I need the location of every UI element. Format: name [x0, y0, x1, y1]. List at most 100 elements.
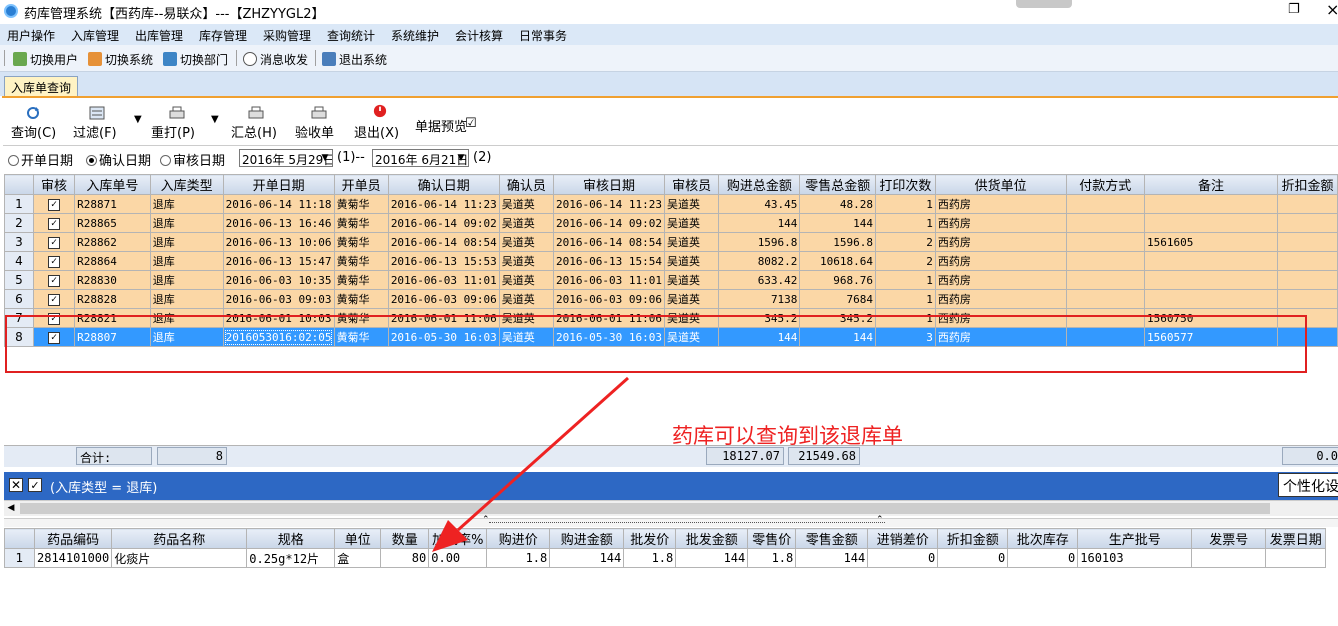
column-header[interactable]: 开单日期 — [222, 174, 335, 195]
receipt-button[interactable]: 验收单 — [295, 122, 334, 141]
summary-button[interactable]: 汇总(H) — [231, 122, 277, 141]
note-cell — [1143, 270, 1279, 290]
switch-dept-button[interactable]: 切换部门 — [163, 51, 228, 68]
filter-dropdown-icon[interactable]: ▼ — [134, 114, 142, 125]
collapse-up-icon[interactable]: ⌃ — [482, 515, 490, 525]
minimize-button[interactable] — [1016, 0, 1072, 8]
table-row[interactable]: 6 ✓ R28828 退库 2016-06-03 09:03 黄菊华 2016-06-03 … — [4, 289, 1338, 309]
audit-checkbox[interactable]: ✓ — [47, 294, 60, 306]
menu-inbound[interactable]: 入库管理 — [71, 27, 119, 44]
filter-button[interactable]: 过滤(F) — [73, 122, 117, 141]
close-button[interactable]: × — [1326, 0, 1338, 19]
column-header[interactable]: 折扣金额 — [1277, 174, 1338, 195]
collapse-up-icon[interactable]: ⌃ — [876, 515, 884, 525]
column-header[interactable]: 购进价 — [486, 528, 551, 549]
column-header[interactable]: 供货单位 — [934, 174, 1067, 195]
exit-system-button[interactable]: 退出系统 — [322, 51, 387, 68]
column-header[interactable]: 确认日期 — [387, 174, 500, 195]
chevron-down-icon[interactable]: ▼ — [455, 151, 467, 165]
radio-audit-date[interactable]: 审核日期 — [160, 150, 225, 169]
column-header[interactable]: 开单员 — [333, 174, 389, 195]
column-header[interactable]: 折扣金额 — [937, 528, 1009, 549]
scrollbar-thumb[interactable] — [20, 503, 1270, 514]
column-header[interactable]: 购进金额 — [549, 528, 625, 549]
query-button[interactable]: 查询(C) — [11, 122, 56, 141]
filter-icon — [89, 106, 105, 120]
menu-stock[interactable]: 库存管理 — [199, 27, 247, 44]
audit-checkbox[interactable]: ✓ — [47, 237, 60, 249]
personalize-button[interactable]: 个性化设 — [1278, 473, 1338, 497]
switch-system-button[interactable]: 切换系统 — [88, 51, 153, 68]
preview-checkbox[interactable]: ☑ — [465, 116, 477, 131]
splitter[interactable]: ⌃ ⌃ — [4, 515, 1338, 527]
column-header[interactable]: 审核员 — [663, 174, 720, 195]
exit-button[interactable]: 退出(X) — [354, 122, 399, 141]
restore-button[interactable]: ❐ — [1288, 2, 1300, 17]
column-header[interactable]: 审核 — [32, 174, 76, 195]
column-header[interactable]: 进销差价 — [867, 528, 939, 549]
audit-cell[interactable]: ✓ — [32, 232, 76, 252]
column-header[interactable]: 批次库存 — [1007, 528, 1079, 549]
column-header[interactable]: 确认员 — [498, 174, 555, 195]
table-row[interactable]: 5 ✓ R28830 退库 2016-06-03 10:35 黄菊华 2016-06-03 … — [4, 270, 1338, 290]
menu-daily[interactable]: 日常事务 — [519, 27, 567, 44]
audit-cell[interactable]: ✓ — [32, 270, 76, 290]
column-header[interactable]: 零售总金额 — [799, 174, 877, 195]
column-header[interactable]: 付款方式 — [1065, 174, 1145, 195]
switch-user-button[interactable]: 切换用户 — [13, 51, 78, 68]
column-header[interactable]: 入库单号 — [74, 174, 151, 195]
menu-user-ops[interactable]: 用户操作 — [7, 27, 55, 44]
column-header[interactable]: 零售金额 — [795, 528, 869, 549]
menu-query-stats[interactable]: 查询统计 — [327, 27, 375, 44]
date-from-picker[interactable]: 2016年 5月29日 ▼ — [239, 149, 333, 167]
column-header[interactable]: 发票号 — [1191, 528, 1267, 549]
menu-outbound[interactable]: 出库管理 — [135, 27, 183, 44]
column-header[interactable]: 药品名称 — [111, 528, 248, 549]
menu-purchase[interactable]: 采购管理 — [263, 27, 311, 44]
reprint-button[interactable]: 重打(P) — [151, 122, 195, 141]
messages-button[interactable]: 消息收发 — [243, 51, 308, 68]
column-header[interactable]: 药品编码 — [33, 528, 113, 549]
chevron-down-icon[interactable]: ▼ — [319, 151, 331, 165]
table-row[interactable]: 4 ✓ R28864 退库 2016-06-13 15:47 黄菊华 2016-06-13 … — [4, 251, 1338, 271]
radio-confirm-date[interactable]: 确认日期 — [86, 150, 151, 169]
table-row[interactable]: 3 ✓ R28862 退库 2016-06-13 10:06 黄菊华 2016-06-14 … — [4, 232, 1338, 252]
audit-checkbox[interactable]: ✓ — [47, 256, 60, 268]
column-header[interactable]: 发票日期 — [1265, 528, 1327, 549]
date-to-picker[interactable]: 2016年 6月21日 ▼ — [372, 149, 469, 167]
horizontal-scrollbar[interactable]: ◀ — [4, 500, 1338, 516]
audit-checkbox[interactable]: ✓ — [47, 275, 60, 287]
audit-cell[interactable]: ✓ — [32, 194, 76, 214]
column-header[interactable]: 加成率% — [428, 528, 488, 549]
audit-cell[interactable]: ✓ — [32, 213, 76, 233]
detail-cell[interactable]: 80 — [380, 548, 430, 568]
filter-enabled-checkbox[interactable]: ✓ — [28, 478, 42, 492]
column-header[interactable]: 零售价 — [747, 528, 797, 549]
column-header[interactable]: 生产批号 — [1077, 528, 1193, 549]
column-header[interactable]: 购进总金额 — [718, 174, 801, 195]
tab-inbound-query[interactable]: 入库单查询 — [4, 76, 79, 96]
menu-accounting[interactable]: 会计核算 — [455, 27, 503, 44]
purchase-total-cell: 8082.2 — [718, 251, 801, 271]
column-header[interactable]: 数量 — [380, 528, 430, 549]
column-header[interactable]: 单位 — [334, 528, 382, 549]
table-row[interactable]: 1 2814101000 化痰片 0.25g*12片盒 80 0.00 1.8 144 1.8 1… — [4, 548, 1327, 568]
table-row[interactable]: 2 ✓ R28865 退库 2016-06-13 16:46 黄菊华 2016-06-14 … — [4, 213, 1338, 233]
audit-checkbox[interactable]: ✓ — [47, 199, 60, 211]
audit-checkbox[interactable]: ✓ — [47, 218, 60, 230]
menu-system[interactable]: 系统维护 — [391, 27, 439, 44]
scroll-left-icon[interactable]: ◀ — [4, 501, 18, 516]
column-header[interactable]: 批发金额 — [675, 528, 749, 549]
column-header[interactable]: 批发价 — [623, 528, 677, 549]
audit-cell[interactable]: ✓ — [32, 289, 76, 309]
table-row[interactable]: 1 ✓ R28871 退库 2016-06-14 11:18 黄菊华 2016-06-14 … — [4, 194, 1338, 214]
radio-open-date[interactable]: 开单日期 — [8, 150, 73, 169]
column-header[interactable]: 审核日期 — [553, 174, 665, 195]
clear-filter-icon[interactable]: ✕ — [9, 478, 23, 492]
reprint-dropdown-icon[interactable]: ▼ — [211, 114, 219, 125]
audit-cell[interactable]: ✓ — [32, 251, 76, 271]
column-header[interactable]: 规格 — [246, 528, 336, 549]
column-header[interactable]: 入库类型 — [149, 174, 224, 195]
column-header[interactable]: 打印次数 — [875, 174, 936, 195]
column-header[interactable]: 备注 — [1143, 174, 1279, 195]
